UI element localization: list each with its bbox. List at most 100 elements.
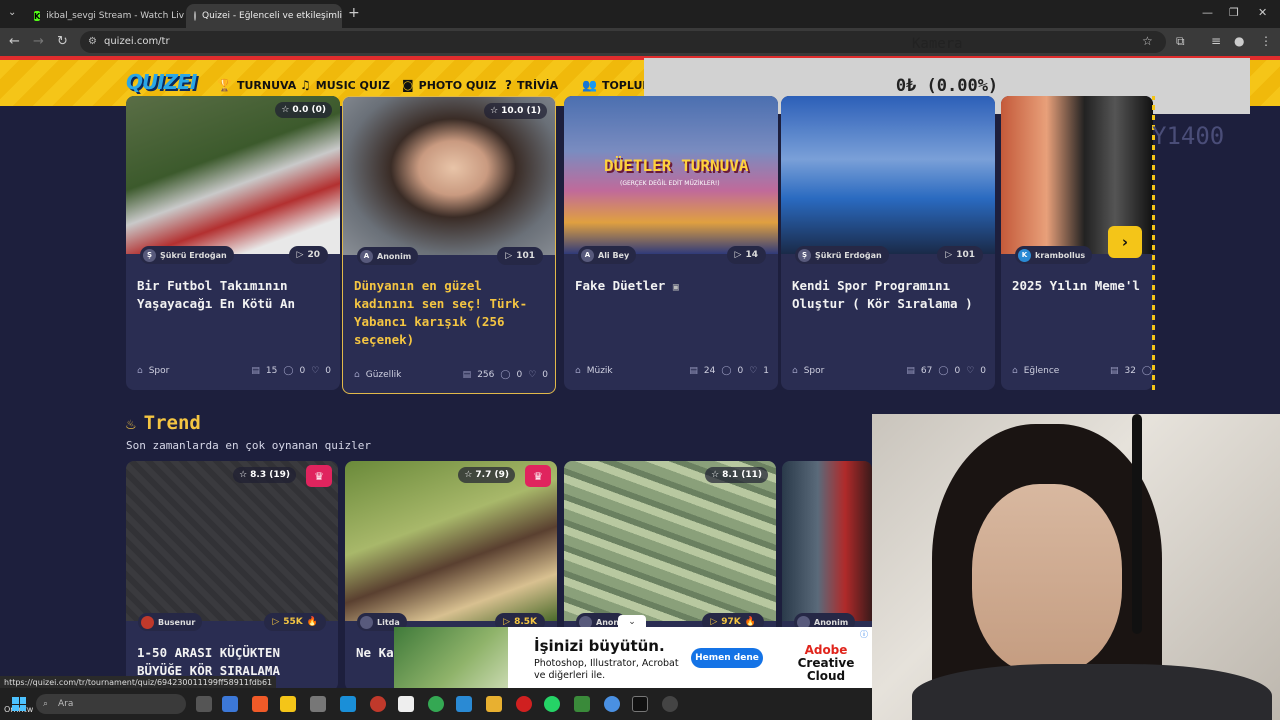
card-meta: ⌂ Eğlence ▤ 32 ◯ [1012,366,1152,376]
address-bar[interactable]: ⚙ quizei.com/tr [80,31,1166,53]
nav-turnuva[interactable]: 🏆 TURNUVA [217,78,296,92]
chrome-icon[interactable] [428,696,444,712]
fire-icon: 🔥 [306,617,318,627]
app-icon[interactable] [632,696,648,712]
play-icon: ▷ [734,250,742,260]
close-window-icon[interactable]: ✕ [1258,6,1267,19]
app-icon[interactable] [662,696,678,712]
plays-count: 8.5K [514,617,537,627]
app-icon[interactable] [222,696,238,712]
heart-icon[interactable]: ♡ [966,366,974,376]
headset-icon [1132,414,1142,634]
trend-card[interactable]: ☆ 8.3 (19) ♛ Busenur ▷ 55K 🔥 1-50 ARASI KÜÇ… [126,461,338,691]
plays-count: 101 [956,250,975,260]
items-icon: ▤ [689,366,698,376]
author-chip[interactable]: Ş Şükrü Erdoğan [795,246,889,264]
app-icon[interactable] [370,696,386,712]
author-chip[interactable]: A Anonim [357,247,419,265]
app-icon[interactable] [340,696,356,712]
windows-taskbar: Orhntw ⌕ Ara [0,688,872,720]
plays-badge: ▷ 101 [937,246,983,264]
card-image: DÜETLER TURNUVA (GERÇEK DEĞİL EDİT MÜZİK… [564,96,778,254]
card-title[interactable]: Dünyanın en güzel kadınını sen seç! Türk… [354,277,548,349]
reload-icon[interactable]: ↻ [57,34,68,50]
ad-brand-product: Creative Cloud [797,656,855,683]
card-title[interactable]: Kendi Spor Programını Oluştur ( Kör Sıra… [792,277,986,313]
ad-info-icon[interactable]: ⓘ [860,629,868,640]
avatar: A [360,249,373,263]
camera-icon: ◙ [402,78,414,92]
whatsapp-icon[interactable] [544,696,560,712]
webcam-feed [872,414,1280,720]
menu-icon[interactable]: ⋮ [1260,34,1272,48]
ad-banner[interactable]: ⌄ İşinizi büyütün. Photoshop, Illustrato… [394,615,872,688]
app-icon[interactable] [486,696,502,712]
nav-trivia[interactable]: ? TRİVİA [505,78,558,92]
author-name: Busenur [158,617,196,627]
card-title[interactable]: Fake Düetler ▣ [575,277,769,297]
card-title[interactable]: 1-50 ARASI KÜÇÜKTEN BÜYÜĞE KÖR SIRALAMA [137,644,331,680]
items-count: 67 [920,366,933,376]
rating-text: 8.3 (19) [250,470,290,480]
author-chip[interactable]: Kkrambollus [1015,246,1093,264]
star-icon: ☆ [490,106,499,116]
heart-icon[interactable]: ♡ [528,370,536,380]
nav-music-quiz[interactable]: ♫ MUSIC QUIZ [300,78,390,92]
app-icon[interactable] [574,696,590,712]
brave-icon[interactable] [252,696,268,712]
quiz-card[interactable]: ☆ 10.0 (1) A Anonim ▷ 101 Dünyanın en güzel… [342,96,556,394]
taskbar-search[interactable]: ⌕ Ara [36,694,186,714]
back-icon[interactable]: ← [9,34,20,50]
quiz-card[interactable]: DÜETLER TURNUVA (GERÇEK DEĞİL EDİT MÜZİK… [564,96,778,390]
rating-badge: ☆ 0.0 (0) [275,102,332,118]
heart-icon[interactable]: ♡ [311,366,319,376]
tab-quizei[interactable]: Quizei - Eğlenceli ve etkileşimli ✕ [186,4,342,28]
card-title[interactable]: 2025 Yılın Meme'l [1012,277,1153,295]
browser-tab-bar: ⌄ K ikbal_sevgi Stream - Watch Live ✕ Qu… [0,0,1280,28]
chrome-icon[interactable] [604,696,620,712]
bookmark-star-icon[interactable]: ☆ [1142,34,1153,48]
chevron-down-icon[interactable]: ⌄ [618,615,646,629]
comment-icon: ◯ [500,370,511,380]
heart-icon[interactable]: ♡ [749,366,757,376]
windows-start-icon[interactable] [12,697,26,711]
card-image [781,96,995,254]
opera-icon[interactable] [516,696,532,712]
card-title[interactable]: Bir Futbol Takımının Yaşayacağı En Kötü … [137,277,331,313]
minimize-icon[interactable]: — [1202,6,1213,19]
tab-list-icon[interactable]: ⌄ [8,5,16,21]
globe-icon [194,11,196,21]
kamera-label: Kamera [912,36,963,52]
app-icon[interactable] [456,696,472,712]
quiz-card[interactable]: Ş Şükrü Erdoğan ▷ 101 Kendi Spor Programın… [781,96,995,390]
app-icon[interactable] [310,696,326,712]
plays-badge: ▷ 14 [726,246,766,264]
items-icon: ▤ [462,370,472,380]
restore-icon[interactable]: ❐ [1229,6,1239,19]
site-logo[interactable]: QUIZEI [126,70,197,94]
site-info-icon[interactable]: ⚙ [88,36,97,47]
ad-cta-button[interactable]: Hemen dene [691,648,763,668]
carousel-next-button[interactable]: › [1108,226,1142,258]
likes-count: 1 [763,366,769,376]
plays-count: 101 [516,251,535,261]
play-icon: ▷ [945,250,953,260]
app-icon[interactable] [398,696,414,712]
author-name: Anonim [814,617,849,627]
category: Güzellik [365,370,402,380]
author-chip[interactable]: A Ali Bey [578,246,637,264]
nav-photo-quiz[interactable]: ◙ PHOTO QUIZ [402,78,496,92]
reading-list-icon[interactable]: ≡ [1211,34,1221,48]
profile-icon[interactable]: ● [1234,34,1244,48]
status-url: https://quizei.com/tr/tournament/quiz/69… [0,676,277,688]
forward-icon[interactable]: → [33,34,44,50]
tab-kick[interactable]: K ikbal_sevgi Stream - Watch Live ✕ [26,4,184,28]
author-chip[interactable]: Busenur [138,613,203,631]
author-chip[interactable]: Ş Şükrü Erdoğan [140,246,234,264]
folder-icon[interactable] [280,696,296,712]
taskview-icon[interactable] [196,696,212,712]
new-tab-icon[interactable]: + [348,5,360,21]
quiz-card[interactable]: ☆ 0.0 (0) Ş Şükrü Erdoğan ▷ 20 Bir Futbol T… [126,96,340,390]
extensions-icon[interactable]: ⧉ [1176,34,1185,49]
nav-label: TURNUVA [236,78,297,92]
